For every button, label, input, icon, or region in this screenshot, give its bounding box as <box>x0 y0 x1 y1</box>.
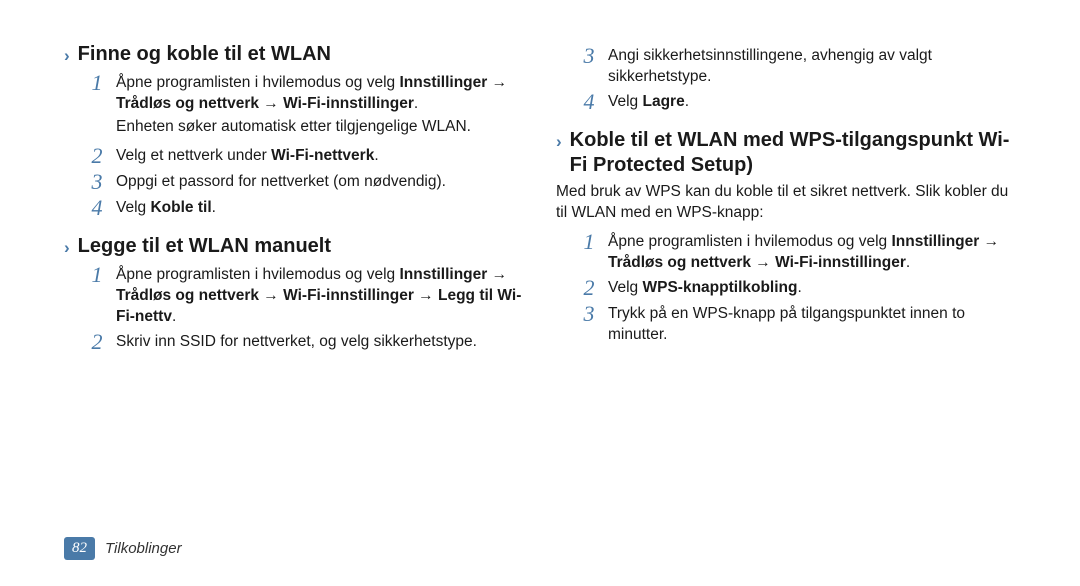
step: 3 Oppgi et passord for nettverket (om nød… <box>64 170 524 194</box>
step-text: Åpne programlisten i hvilemodus og velg … <box>608 230 1016 274</box>
step: 3 Trykk på en WPS-knapp på tilgangspunkte… <box>556 302 1016 346</box>
step-number: 2 <box>88 144 106 168</box>
step-text: Oppgi et passord for nettverket (om nødv… <box>116 170 446 193</box>
step-number: 4 <box>88 196 106 220</box>
step-text: Trykk på en WPS-knapp på tilgangspunktet… <box>608 302 1016 346</box>
step-number: 1 <box>580 230 598 254</box>
step: 2 Velg WPS-knapptilkobling. <box>556 276 1016 300</box>
chevron-icon: › <box>556 132 562 152</box>
step-text: Angi sikkerhetsinnstillingene, avhengig … <box>608 44 1016 88</box>
page-content: › Finne og koble til et WLAN 1 Åpne program… <box>0 0 1080 368</box>
section-title: Legge til et WLAN manuelt <box>78 234 331 259</box>
section-title: Finne og koble til et WLAN <box>78 42 331 67</box>
note-paragraph: Enheten søker automatisk etter tilgjenge… <box>88 117 524 138</box>
step-number: 3 <box>88 170 106 194</box>
step-text: Velg Lagre. <box>608 90 689 113</box>
section: 3 Angi sikkerhetsinnstillingene, avhengig… <box>556 44 1016 114</box>
step: 1 Åpne programlisten i hvilemodus og velg… <box>64 71 524 115</box>
step-text: Velg et nettverk under Wi-Fi-nettverk. <box>116 144 379 167</box>
step: 2 Skriv inn SSID for nettverket, og velg … <box>64 330 524 354</box>
section: › Finne og koble til et WLAN 1 Åpne program… <box>64 42 524 220</box>
page-footer: 82 Tilkoblinger <box>64 537 182 560</box>
step-number: 3 <box>580 302 598 326</box>
page-number: 82 <box>64 537 95 560</box>
section: › Legge til et WLAN manuelt 1 Åpne programl… <box>64 234 524 354</box>
intro-paragraph: Med bruk av WPS kan du koble til et sikr… <box>556 182 1016 224</box>
step-text: Velg WPS-knapptilkobling. <box>608 276 802 299</box>
step-text: Skriv inn SSID for nettverket, og velg s… <box>116 330 477 353</box>
section: › Koble til et WLAN med WPS-tilgangspunkt… <box>556 128 1016 346</box>
left-column: › Finne og koble til et WLAN 1 Åpne program… <box>64 42 524 368</box>
step: 3 Angi sikkerhetsinnstillingene, avhengig… <box>556 44 1016 88</box>
section-heading: › Koble til et WLAN med WPS-tilgangspunkt… <box>556 128 1016 178</box>
step-number: 4 <box>580 90 598 114</box>
step: 1 Åpne programlisten i hvilemodus og velg… <box>556 230 1016 274</box>
right-column: 3 Angi sikkerhetsinnstillingene, avhengig… <box>556 42 1016 368</box>
section-title: Koble til et WLAN med WPS-tilgangspunkt … <box>570 128 1016 178</box>
step-number: 2 <box>88 330 106 354</box>
step: 4 Velg Lagre. <box>556 90 1016 114</box>
section-heading: › Legge til et WLAN manuelt <box>64 234 524 259</box>
step-text: Velg Koble til. <box>116 196 216 219</box>
footer-section-label: Tilkoblinger <box>105 540 182 557</box>
chevron-icon: › <box>64 46 70 66</box>
step-number: 2 <box>580 276 598 300</box>
chevron-icon: › <box>64 238 70 258</box>
step-text: Åpne programlisten i hvilemodus og velg … <box>116 71 524 115</box>
step-text: Åpne programlisten i hvilemodus og velg … <box>116 263 524 328</box>
step: 1 Åpne programlisten i hvilemodus og velg… <box>64 263 524 328</box>
step-number: 1 <box>88 263 106 287</box>
step: 2 Velg et nettverk under Wi-Fi-nettverk. <box>64 144 524 168</box>
step-number: 3 <box>580 44 598 68</box>
step-number: 1 <box>88 71 106 95</box>
section-heading: › Finne og koble til et WLAN <box>64 42 524 67</box>
step: 4 Velg Koble til. <box>64 196 524 220</box>
